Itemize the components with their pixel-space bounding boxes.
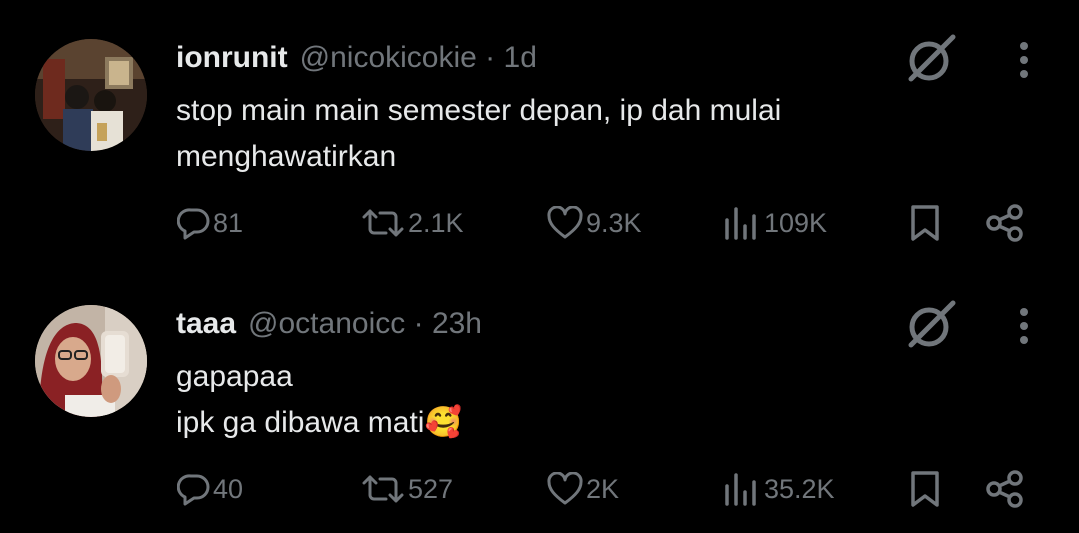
reply-count: 40 xyxy=(213,473,244,504)
tweet-text-line: gapapaa xyxy=(176,360,293,393)
timestamp[interactable]: 23h xyxy=(432,307,482,340)
grok-icon xyxy=(908,34,956,82)
more-options-button[interactable] xyxy=(1010,40,1038,80)
tweet-text-line: ipk ga dibawa mati🥰 xyxy=(176,406,462,439)
separator-dot: · xyxy=(485,41,496,74)
reply-button[interactable]: 81 xyxy=(177,198,243,248)
bookmark-icon xyxy=(911,471,939,507)
views-icon xyxy=(725,207,756,240)
grok-button[interactable] xyxy=(903,299,959,351)
reply-icon xyxy=(177,208,210,240)
heart-icon xyxy=(547,472,583,505)
tweet[interactable]: taaa @octanoicc · 23h gapapaa ipk ga diba… xyxy=(0,266,1079,532)
tweet-text: gapapaa ipk ga dibawa mati🥰 xyxy=(176,354,462,446)
repost-count: 2.1K xyxy=(408,207,464,238)
more-options-button[interactable] xyxy=(1010,306,1038,346)
share-button[interactable] xyxy=(985,198,1025,248)
action-bar: 40 527 2K 35.2K xyxy=(0,464,1079,514)
user-handle[interactable]: @octanoicc xyxy=(248,307,405,340)
reply-button[interactable]: 40 xyxy=(177,464,243,514)
share-icon xyxy=(986,470,1023,508)
like-button[interactable]: 2K xyxy=(546,464,619,514)
repost-button[interactable]: 2.1K xyxy=(360,198,464,248)
timestamp[interactable]: 1d xyxy=(504,41,537,74)
reply-icon xyxy=(177,474,210,506)
more-vertical-icon xyxy=(1020,42,1028,78)
heart-icon xyxy=(547,206,583,239)
reply-count: 81 xyxy=(213,207,244,238)
views-button[interactable]: 109K xyxy=(722,198,827,248)
tweet-text: stop main main semester depan, ip dah mu… xyxy=(176,88,781,180)
bookmark-button[interactable] xyxy=(908,198,942,248)
views-button[interactable]: 35.2K xyxy=(722,464,835,514)
more-vertical-icon xyxy=(1020,308,1028,344)
repost-count: 527 xyxy=(408,473,454,504)
views-icon xyxy=(725,473,756,506)
avatar-photo xyxy=(35,39,147,151)
avatar[interactable] xyxy=(35,39,147,151)
tweet-text-line: stop main main semester depan, ip dah mu… xyxy=(176,94,782,127)
action-bar: 81 2.1K 9.3K 109K xyxy=(0,198,1079,248)
display-name[interactable]: ionrunit xyxy=(176,41,288,74)
repost-icon xyxy=(362,475,404,503)
share-button[interactable] xyxy=(985,464,1025,514)
bookmark-button[interactable] xyxy=(908,464,942,514)
view-count: 109K xyxy=(764,207,828,238)
repost-icon xyxy=(362,209,404,237)
like-count: 9.3K xyxy=(586,207,642,238)
share-icon xyxy=(986,204,1023,242)
avatar-photo xyxy=(35,305,147,417)
bookmark-icon xyxy=(911,205,939,241)
grok-button[interactable] xyxy=(903,33,959,85)
tweet-header: taaa @octanoicc · 23h xyxy=(176,304,482,344)
tweet-text-line: menghawatirkan xyxy=(176,140,397,173)
like-button[interactable]: 9.3K xyxy=(546,198,642,248)
avatar[interactable] xyxy=(35,305,147,417)
view-count: 35.2K xyxy=(764,473,835,504)
user-handle[interactable]: @nicokicokie xyxy=(300,41,477,74)
display-name[interactable]: taaa xyxy=(176,307,236,340)
tweet-header: ionrunit @nicokicokie · 1d xyxy=(176,38,537,78)
like-count: 2K xyxy=(586,473,620,504)
repost-button[interactable]: 527 xyxy=(360,464,453,514)
tweet[interactable]: ionrunit @nicokicokie · 1d stop main main… xyxy=(0,0,1079,266)
grok-icon xyxy=(908,300,956,348)
separator-dot: · xyxy=(413,307,424,340)
